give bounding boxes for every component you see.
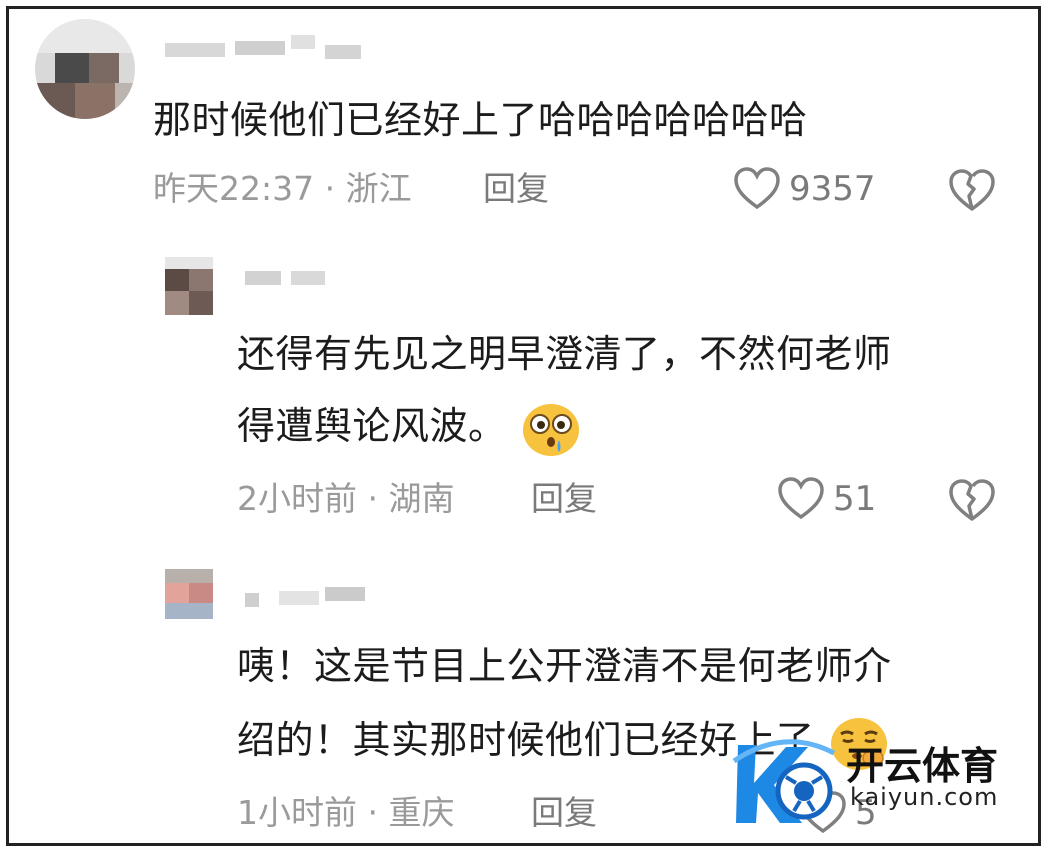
comment-meta: 1小时前 · 重庆	[237, 793, 455, 832]
comment-text: 那时候他们已经好上了哈哈哈哈哈哈哈	[153, 98, 808, 142]
comment-text: 还得有先见之明早澄清了，不然何老师	[237, 332, 892, 376]
comment-meta: 昨天22:37 · 浙江	[153, 169, 412, 208]
comment-thread: 那时候他们已经好上了哈哈哈哈哈哈哈 昨天22:37 · 浙江 回复 9357 还…	[6, 6, 1041, 846]
watermark-title: 开云体育	[846, 744, 999, 788]
like-button[interactable]: 51	[777, 477, 876, 521]
watermark: 开云体育 kaiyun.com	[724, 731, 1024, 841]
username-redacted[interactable]	[165, 31, 365, 61]
username-redacted[interactable]	[245, 265, 345, 295]
comment-meta: 2小时前 · 湖南	[237, 479, 455, 518]
watermark-url: kaiyun.com	[850, 783, 999, 811]
like-count: 9357	[789, 169, 876, 209]
comment-text: 得遭舆论风波。	[237, 404, 507, 448]
broken-heart-icon[interactable]	[947, 169, 997, 213]
avatar[interactable]	[165, 257, 213, 315]
flushed-face-emoji-icon	[523, 403, 580, 456]
username-redacted[interactable]	[245, 579, 375, 609]
comment-text-line2: 得遭舆论风波。	[237, 395, 583, 458]
like-button[interactable]: 9357	[733, 167, 876, 211]
reply-button[interactable]: 回复	[531, 793, 597, 833]
comment-text: 咦！这是节目上公开澄清不是何老师介	[237, 644, 892, 688]
broken-heart-icon[interactable]	[947, 479, 997, 523]
reply-button[interactable]: 回复	[483, 169, 549, 209]
reply-button[interactable]: 回复	[531, 479, 597, 519]
like-count: 51	[833, 479, 877, 519]
kaiyun-logo-icon	[732, 739, 836, 823]
heart-icon	[778, 477, 824, 520]
avatar[interactable]	[165, 569, 213, 619]
heart-icon	[734, 167, 780, 210]
avatar[interactable]	[35, 19, 135, 119]
